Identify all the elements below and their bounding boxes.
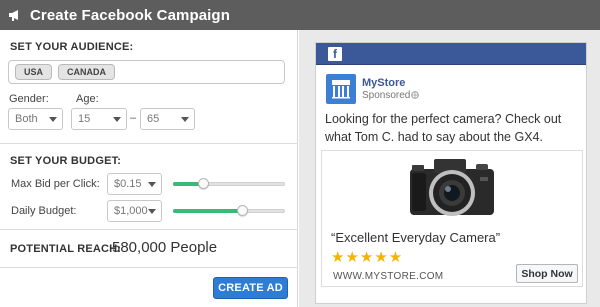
ad-preview-card: f MyStore Sponsored Looking for the perf… (315, 42, 587, 304)
max-bid-slider[interactable] (173, 178, 285, 190)
gender-label: Gender: (9, 93, 49, 105)
daily-budget-select[interactable]: $1,000 (107, 200, 162, 222)
age-max-select[interactable]: 65 (140, 108, 195, 130)
gender-select-value: Both (15, 113, 38, 125)
ad-body-text: Looking for the perfect camera? Check ou… (325, 112, 562, 144)
max-bid-value: $0.15 (114, 178, 142, 190)
create-ad-button[interactable]: CREATE AD (213, 277, 288, 299)
audience-section-label: SET YOUR AUDIENCE: (10, 41, 134, 53)
section-divider (0, 267, 298, 268)
country-tags-input[interactable]: USA CANADA (8, 60, 285, 84)
store-name-link[interactable]: MyStore (362, 77, 405, 89)
chevron-down-icon (148, 182, 156, 187)
age-max-value: 65 (147, 113, 160, 125)
slider-thumb[interactable] (237, 205, 248, 216)
facebook-logo-icon: f (328, 47, 342, 61)
daily-budget-label: Daily Budget: (11, 205, 77, 217)
sponsored-label: Sponsored (362, 90, 411, 101)
potential-reach-value: 580,000 People (112, 239, 218, 256)
shop-now-button[interactable]: Shop Now (516, 264, 578, 283)
slider-fill (173, 209, 242, 213)
window-titlebar: Create Facebook Campaign (0, 0, 600, 30)
age-min-select[interactable]: 15 (71, 108, 127, 130)
daily-budget-value: $1,000 (114, 205, 148, 217)
store-url: WWW.MYSTORE.COM (333, 271, 444, 282)
globe-icon (411, 91, 419, 101)
product-attachment[interactable]: “Excellent Everyday Camera” ★★★★★ WWW.MY… (321, 150, 583, 287)
max-bid-select[interactable]: $0.15 (107, 173, 162, 195)
camera-image (402, 155, 502, 221)
review-quote: “Excellent Everyday Camera” (331, 230, 501, 245)
max-bid-label: Max Bid per Click: (11, 178, 100, 190)
chevron-down-icon (113, 117, 121, 122)
budget-section-label: SET YOUR BUDGET: (10, 155, 122, 167)
chevron-down-icon (181, 117, 189, 122)
age-label: Age: (76, 93, 99, 105)
gender-select[interactable]: Both (8, 108, 63, 130)
country-tag-usa[interactable]: USA (15, 64, 53, 80)
daily-budget-slider[interactable] (173, 205, 285, 217)
chevron-down-icon (49, 117, 57, 122)
age-min-value: 15 (78, 113, 91, 125)
facebook-header-bar: f (316, 43, 586, 65)
campaign-settings-panel: SET YOUR AUDIENCE: USA CANADA Gender: Ag… (0, 30, 298, 307)
chevron-down-icon (148, 209, 156, 214)
country-tag-canada[interactable]: CANADA (58, 64, 116, 80)
age-separator: – (130, 112, 137, 124)
section-divider (0, 143, 298, 144)
rating-stars: ★★★★★ (331, 249, 404, 266)
section-divider (0, 229, 298, 230)
store-logo-icon[interactable] (326, 74, 356, 104)
megaphone-icon (9, 10, 18, 21)
slider-thumb[interactable] (198, 178, 209, 189)
ad-preview-panel: f MyStore Sponsored Looking for the perf… (299, 30, 600, 307)
window-title: Create Facebook Campaign (30, 6, 230, 24)
potential-reach-label: POTENTIAL REACH: (10, 243, 122, 255)
